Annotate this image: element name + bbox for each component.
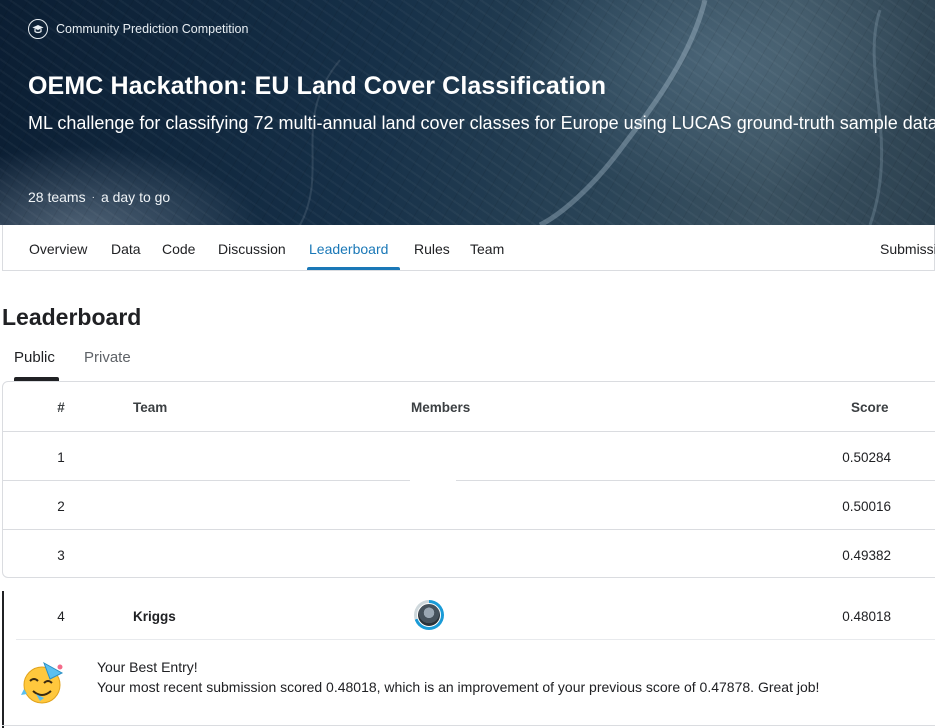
redacted-member-avatars (410, 438, 456, 488)
teams-count: 28 teams (28, 189, 86, 205)
column-header-team: Team (133, 400, 168, 415)
column-header-members: Members (411, 400, 471, 415)
competition-title: OEMC Hackathon: EU Land Cover Classifica… (28, 72, 607, 100)
competition-header: Community Prediction Competition OEMC Ha… (0, 0, 935, 225)
divider (16, 639, 935, 640)
column-header-rank: # (57, 400, 65, 415)
tab-overview[interactable]: Overview (29, 241, 87, 257)
active-tab-indicator (307, 267, 400, 270)
competition-category: Community Prediction Competition (28, 19, 248, 39)
table-row[interactable] (3, 431, 935, 480)
table-row[interactable] (3, 529, 935, 578)
competition-meta: 28 teams · a day to go (28, 189, 170, 205)
avatar-image (417, 603, 441, 627)
tab-submissions[interactable]: Submissions (880, 241, 935, 257)
tab-leaderboard[interactable]: Leaderboard (309, 241, 388, 257)
tab-code[interactable]: Code (162, 241, 195, 257)
category-label: Community Prediction Competition (56, 22, 249, 36)
tab-data[interactable]: Data (111, 241, 141, 257)
score-cell: 0.50016 (842, 499, 891, 514)
member-avatar[interactable] (414, 600, 444, 630)
my-score-cell: 0.48018 (842, 609, 891, 624)
my-team-name[interactable]: Kriggs (133, 609, 176, 624)
column-header-score[interactable]: Score (851, 400, 889, 415)
graduation-cap-icon (28, 19, 48, 39)
score-cell: 0.50284 (842, 450, 891, 465)
my-rank-cell: 4 (57, 609, 65, 624)
party-face-icon (20, 661, 70, 710)
rank-cell: 3 (57, 548, 65, 563)
rank-cell: 2 (57, 499, 65, 514)
tab-discussion[interactable]: Discussion (218, 241, 286, 257)
divider (2, 725, 935, 726)
tab-private[interactable]: Private (84, 349, 131, 366)
separator-dot: · (91, 191, 95, 203)
competition-tabs: Overview Data Code Discussion Leaderboar… (2, 225, 935, 271)
tab-team[interactable]: Team (470, 241, 504, 257)
score-cell: 0.49382 (842, 548, 891, 563)
tab-public[interactable]: Public (14, 349, 55, 366)
page-title: Leaderboard (2, 304, 142, 330)
rank-cell: 1 (57, 450, 65, 465)
tab-rules[interactable]: Rules (414, 241, 450, 257)
deadline: a day to go (100, 189, 171, 205)
best-entry-title: Your Best Entry! (97, 659, 198, 675)
table-row[interactable] (3, 480, 935, 529)
best-entry-message: Your most recent submission scored 0.480… (97, 679, 820, 695)
competition-description: ML challenge for classifying 72 multi-an… (28, 113, 935, 133)
